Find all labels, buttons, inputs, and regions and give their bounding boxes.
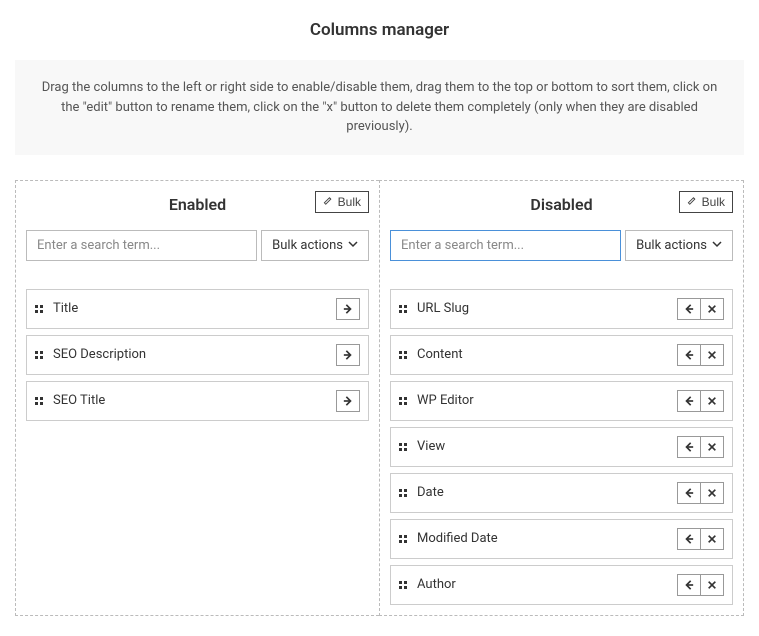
move-left-button[interactable]	[677, 298, 701, 320]
disabled-search-input[interactable]	[390, 230, 621, 261]
item-label: Content	[417, 347, 677, 362]
edit-icon	[687, 195, 698, 209]
move-left-button[interactable]	[677, 528, 701, 550]
list-item[interactable]: View	[390, 427, 733, 467]
delete-button[interactable]	[701, 574, 724, 596]
bulk-label: Bulk	[702, 195, 725, 209]
item-label: SEO Title	[53, 393, 336, 408]
move-right-button[interactable]	[336, 344, 360, 366]
drag-handle-icon[interactable]	[399, 305, 407, 313]
bulk-actions-label: Bulk actions	[636, 238, 707, 253]
list-item[interactable]: SEO Title	[26, 381, 369, 421]
item-label: Title	[53, 301, 336, 316]
delete-button[interactable]	[701, 482, 724, 504]
disabled-items-list: URL Slug Content WP Editor View Date Modified…	[390, 289, 733, 605]
move-left-button[interactable]	[677, 390, 701, 412]
drag-handle-icon[interactable]	[35, 305, 43, 313]
drag-handle-icon[interactable]	[35, 397, 43, 405]
item-label: Date	[417, 485, 677, 500]
disabled-bulk-actions-select[interactable]: Bulk actions	[625, 230, 733, 261]
disabled-panel: Disabled Bulk Bulk actions URL SlugConte…	[379, 180, 744, 616]
list-item[interactable]: SEO Description	[26, 335, 369, 375]
list-item[interactable]: Title	[26, 289, 369, 329]
bulk-label: Bulk	[338, 195, 361, 209]
instructions-text: Drag the columns to the left or right si…	[15, 60, 744, 155]
drag-handle-icon[interactable]	[399, 489, 407, 497]
enabled-bulk-button[interactable]: Bulk	[315, 191, 369, 213]
columns-container: Enabled Bulk Bulk actions TitleSEO Descr…	[15, 180, 744, 616]
chevron-down-icon	[348, 238, 358, 253]
delete-button[interactable]	[701, 436, 724, 458]
drag-handle-icon[interactable]	[399, 443, 407, 451]
enabled-bulk-actions-select[interactable]: Bulk actions	[261, 230, 369, 261]
drag-handle-icon[interactable]	[399, 535, 407, 543]
delete-button[interactable]	[701, 390, 724, 412]
delete-button[interactable]	[701, 298, 724, 320]
item-label: Modified Date	[417, 531, 677, 546]
item-label: URL Slug	[417, 301, 677, 316]
delete-button[interactable]	[701, 528, 724, 550]
drag-handle-icon[interactable]	[399, 581, 407, 589]
disabled-bulk-button[interactable]: Bulk	[679, 191, 733, 213]
item-label: Author	[417, 577, 677, 592]
delete-button[interactable]	[701, 344, 724, 366]
move-left-button[interactable]	[677, 574, 701, 596]
list-item[interactable]: Content	[390, 335, 733, 375]
list-item[interactable]: URL Slug	[390, 289, 733, 329]
drag-handle-icon[interactable]	[399, 397, 407, 405]
move-left-button[interactable]	[677, 482, 701, 504]
edit-icon	[323, 195, 334, 209]
enabled-items-list: Title SEO Description SEO Title	[26, 289, 369, 421]
bulk-actions-label: Bulk actions	[272, 238, 343, 253]
move-left-button[interactable]	[677, 436, 701, 458]
move-left-button[interactable]	[677, 344, 701, 366]
list-item[interactable]: Author	[390, 565, 733, 605]
drag-handle-icon[interactable]	[399, 351, 407, 359]
drag-handle-icon[interactable]	[35, 351, 43, 359]
item-label: View	[417, 439, 677, 454]
page-title: Columns manager	[15, 20, 744, 40]
move-right-button[interactable]	[336, 390, 360, 412]
item-label: SEO Description	[53, 347, 336, 362]
list-item[interactable]: Date	[390, 473, 733, 513]
enabled-panel: Enabled Bulk Bulk actions TitleSEO Descr…	[15, 180, 379, 616]
move-right-button[interactable]	[336, 298, 360, 320]
list-item[interactable]: WP Editor	[390, 381, 733, 421]
enabled-search-input[interactable]	[26, 230, 257, 261]
chevron-down-icon	[712, 238, 722, 253]
list-item[interactable]: Modified Date	[390, 519, 733, 559]
item-label: WP Editor	[417, 393, 677, 408]
